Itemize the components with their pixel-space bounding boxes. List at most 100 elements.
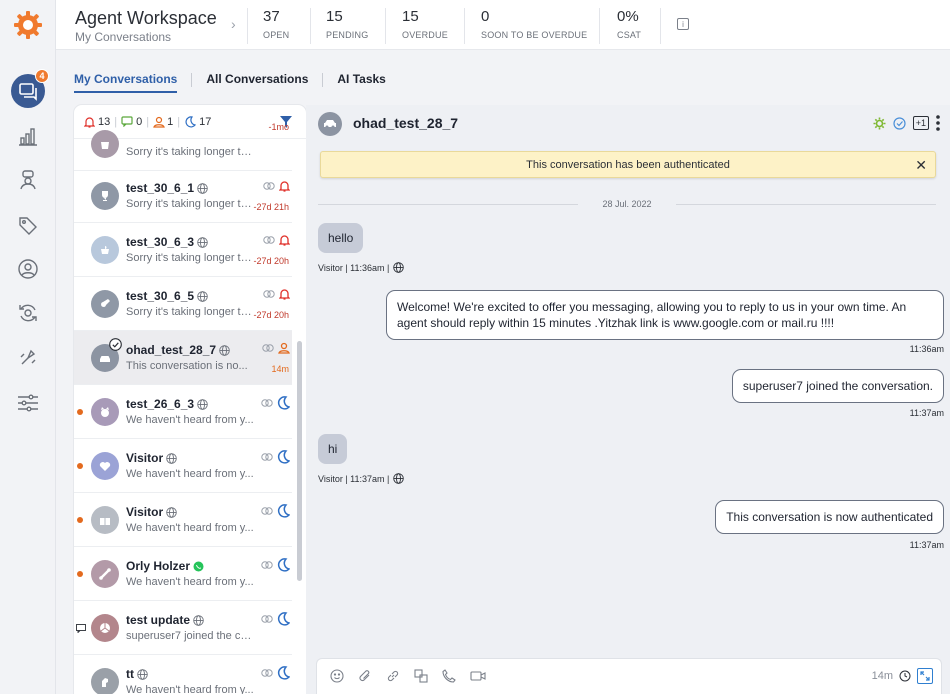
sidebar-item-bots[interactable] bbox=[14, 166, 42, 194]
more-vertical-icon[interactable] bbox=[936, 115, 940, 131]
stat-open[interactable]: 37 OPEN bbox=[263, 8, 289, 40]
conversation-name: test_26_6_3 bbox=[126, 397, 208, 411]
moon-icon bbox=[277, 396, 290, 410]
video-icon[interactable] bbox=[470, 670, 486, 682]
tab-all-conversations[interactable]: All Conversations bbox=[206, 72, 308, 91]
sidebar-item-conversations[interactable]: 4 bbox=[11, 69, 49, 108]
link-icon[interactable] bbox=[386, 669, 400, 683]
conversation-row[interactable]: test_30_6_3 Sorry it's taking longer th..… bbox=[74, 223, 292, 277]
sidebar-item-tags[interactable] bbox=[14, 211, 42, 239]
list-scrollbar[interactable] bbox=[297, 341, 302, 581]
sidebar-item-contacts[interactable] bbox=[14, 255, 42, 283]
conversation-row[interactable]: tt We haven't heard from y... bbox=[74, 655, 292, 694]
conversation-name-text: test_26_6_3 bbox=[126, 397, 195, 411]
avatar bbox=[91, 614, 119, 642]
stat-csat[interactable]: 0% CSAT bbox=[617, 8, 641, 40]
horse-icon bbox=[102, 678, 108, 687]
conversation-status-icons bbox=[261, 558, 290, 572]
unread-dot bbox=[77, 571, 83, 577]
globe-icon bbox=[197, 291, 208, 302]
sidebar-item-settings[interactable] bbox=[14, 389, 42, 417]
chevron-right-icon[interactable]: › bbox=[231, 16, 236, 32]
sidebar-item-automation[interactable] bbox=[14, 342, 42, 370]
conversation-row[interactable]: test_26_6_3 We haven't heard from y... bbox=[74, 385, 292, 439]
conversation-rows: Sorry it's taking longer th... -1mo test_3… bbox=[74, 122, 306, 694]
tab-ai-tasks[interactable]: AI Tasks bbox=[337, 72, 385, 91]
bot-icon bbox=[20, 170, 36, 190]
link-rings-icon bbox=[263, 236, 275, 244]
moon-icon bbox=[277, 450, 290, 464]
composer-toolbar bbox=[330, 669, 486, 683]
settings-sliders-icon bbox=[18, 394, 38, 412]
tab-my-conversations[interactable]: My Conversations bbox=[74, 72, 178, 93]
stat-pending[interactable]: 15 PENDING bbox=[326, 8, 368, 40]
sidebar-item-analytics[interactable] bbox=[14, 122, 42, 150]
cat-icon bbox=[101, 407, 109, 417]
message-composer[interactable]: 14m bbox=[316, 658, 942, 694]
avatar bbox=[91, 290, 119, 318]
expand-icon bbox=[920, 671, 930, 681]
conversation-name-text: tt bbox=[126, 667, 134, 681]
conversation-time: -27d 21h bbox=[253, 202, 289, 212]
message-bubble-incoming: hi bbox=[318, 434, 348, 464]
conversation-time: 14m bbox=[271, 364, 289, 374]
chat-bubble-icon bbox=[76, 624, 86, 633]
sidebar-item-sync[interactable] bbox=[14, 299, 42, 327]
automation-icon bbox=[20, 349, 36, 365]
conversation-status-icons bbox=[263, 180, 290, 192]
moon-icon bbox=[277, 504, 290, 518]
gear-icon[interactable] bbox=[873, 117, 886, 130]
divider bbox=[310, 8, 311, 44]
car-icon bbox=[100, 356, 110, 362]
conversation-row[interactable]: ohad_test_28_7 This conversation is no...… bbox=[74, 331, 292, 385]
close-icon[interactable]: ✕ bbox=[915, 157, 927, 174]
conversation-name-text: test_30_6_3 bbox=[126, 235, 195, 249]
conversation-name: tt bbox=[126, 667, 148, 681]
conversation-row[interactable]: test_30_6_5 Sorry it's taking longer th..… bbox=[74, 277, 292, 331]
phone-icon[interactable] bbox=[442, 669, 456, 683]
globe-icon bbox=[166, 507, 177, 518]
conversation-name: test_30_6_1 bbox=[126, 181, 208, 195]
conversation-preview: We haven't heard from y... bbox=[126, 684, 254, 694]
conversation-time: -1mo bbox=[268, 122, 289, 132]
bell-icon bbox=[279, 181, 290, 192]
conversation-row[interactable]: Orly Holzer We haven't heard from y... bbox=[74, 547, 292, 601]
conversation-row[interactable]: Visitor We haven't heard from y... bbox=[74, 493, 292, 547]
car-icon bbox=[324, 120, 336, 129]
attachment-icon[interactable] bbox=[358, 669, 372, 683]
expand-button[interactable] bbox=[917, 668, 933, 684]
stat-overdue[interactable]: 15 OVERDUE bbox=[402, 8, 448, 40]
clock-icon bbox=[899, 670, 911, 682]
conversation-row[interactable]: Visitor We haven't heard from y... bbox=[74, 439, 292, 493]
date-label: 28 Jul. 2022 bbox=[602, 199, 652, 209]
divider bbox=[660, 8, 661, 44]
check-circle-icon[interactable] bbox=[893, 116, 906, 130]
stat-soon-overdue[interactable]: 0 SOON TO BE OVERDUE bbox=[481, 8, 587, 40]
bone-icon bbox=[99, 568, 111, 580]
conversation-preview: superuser7 joined the co... bbox=[126, 630, 254, 642]
translate-icon[interactable] bbox=[414, 669, 428, 683]
chat-panel: ohad_test_28_7 +1 This conversation has … bbox=[306, 105, 950, 694]
conversations-icon bbox=[19, 83, 37, 101]
stat-value: 0% bbox=[617, 8, 639, 25]
conversation-row[interactable]: test update superuser7 joined the co... bbox=[74, 601, 292, 655]
link-rings-icon bbox=[261, 669, 273, 677]
emoji-icon[interactable] bbox=[330, 669, 344, 683]
conversation-row[interactable]: test_30_6_1 Sorry it's taking longer th..… bbox=[74, 169, 292, 223]
avatar bbox=[91, 398, 119, 426]
analytics-icon bbox=[19, 128, 37, 146]
conversation-row[interactable]: Sorry it's taking longer th... -1mo bbox=[74, 117, 292, 171]
divider bbox=[599, 8, 600, 44]
info-icon[interactable]: i bbox=[677, 18, 689, 30]
conversation-name-text: test update bbox=[126, 613, 191, 627]
globe-icon bbox=[393, 262, 405, 273]
globe-icon bbox=[193, 615, 204, 626]
logo-icon bbox=[14, 11, 42, 39]
avatar bbox=[91, 506, 119, 534]
divider bbox=[675, 203, 937, 205]
contact-icon bbox=[18, 259, 38, 279]
conversation-status-icons bbox=[261, 612, 290, 626]
add-participant-button[interactable]: +1 bbox=[912, 116, 929, 130]
message-meta: Visitor | 11:37am | bbox=[318, 473, 405, 484]
teapot-icon bbox=[101, 246, 109, 254]
